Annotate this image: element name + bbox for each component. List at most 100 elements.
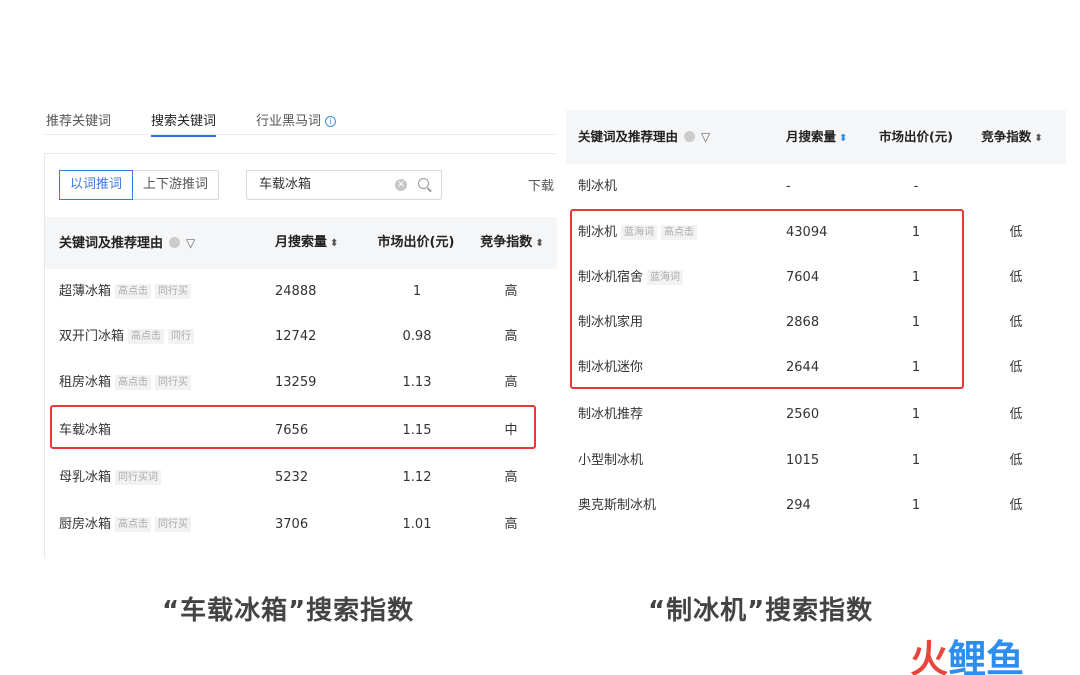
left-caption: “车载冰箱”搜索指数 <box>162 596 415 626</box>
row-volume: 5232 <box>275 470 309 485</box>
table-row[interactable]: 超薄冰箱 高点击 同行买 24888 1 高 <box>45 269 557 315</box>
col-price: 市场出价(元) <box>879 129 953 144</box>
row-keyword: 厨房冰箱 高点击 同行买 <box>59 502 192 548</box>
row-competition: 高 <box>504 284 518 299</box>
table-row[interactable]: 小型制冰机 1015 1 低 <box>566 438 1066 484</box>
sort-icon[interactable]: ⬍ <box>535 218 543 270</box>
row-competition: 高 <box>504 329 518 344</box>
row-competition: 高 <box>504 375 518 390</box>
toggle-word-to-word[interactable]: 以词推词 <box>59 170 134 200</box>
row-volume: 3706 <box>275 517 309 532</box>
search-icon[interactable] <box>418 178 429 189</box>
table-row[interactable]: 厨房冰箱 高点击 同行买 3706 1.01 高 <box>45 502 557 548</box>
keyword-card: 以词推词 上下游推词 车载冰箱 ✕ 下载 关键词及推荐理由 ▽ 月搜索量 ⬍ 市场出… <box>44 153 557 558</box>
right-caption: “制冰机”搜索指数 <box>648 596 874 626</box>
col-volume-label: 月搜索量 <box>275 235 328 250</box>
row-volume: 12742 <box>275 329 317 344</box>
help-icon[interactable] <box>169 237 181 248</box>
row-competition: 低 <box>1009 225 1023 240</box>
table-row[interactable]: 母乳冰箱 同行买词 5232 1.12 高 <box>45 455 557 501</box>
right-table-header: 关键词及推荐理由 ▽ 月搜索量 ⬍ 市场出价(元) 竞争指数 ⬍ <box>566 110 1066 164</box>
col-keyword-label: 关键词及推荐理由 <box>59 236 164 251</box>
table-row[interactable]: 租房冰箱 高点击 同行买 13259 1.13 高 <box>45 360 557 406</box>
row-competition: 低 <box>1009 360 1023 375</box>
keyword-search-input[interactable]: 车载冰箱 ✕ <box>246 170 442 200</box>
tag: 高点击 <box>115 284 152 299</box>
tag: 高点击 <box>115 375 152 390</box>
tab-dark-horse-keywords[interactable]: 行业黑马词 i <box>256 110 337 137</box>
table-row[interactable]: 奥克斯制冰机 294 1 低 <box>566 483 1066 529</box>
col-competition[interactable]: 竞争指数 ⬍ <box>972 110 1052 166</box>
col-volume[interactable]: 月搜索量 ⬍ <box>786 110 847 166</box>
tag: 同行买 <box>155 375 192 390</box>
row-price: 1.01 <box>402 517 432 532</box>
search-value: 车载冰箱 <box>259 177 312 192</box>
row-price: 1.12 <box>402 470 432 485</box>
row-price: 1 <box>412 284 422 299</box>
row-price: 1.13 <box>402 375 432 390</box>
row-keyword: 母乳冰箱 同行买词 <box>59 455 162 501</box>
row-volume: 294 <box>786 498 811 513</box>
col-keyword: 关键词及推荐理由 ▽ <box>59 217 195 270</box>
col-competition-label: 竞争指数 <box>480 235 533 250</box>
tag: 同行买 <box>155 284 192 299</box>
info-icon[interactable]: i <box>325 116 337 127</box>
keyword-text: 母乳冰箱 <box>59 470 112 485</box>
col-competition[interactable]: 竞争指数 ⬍ <box>467 217 557 270</box>
help-icon[interactable] <box>684 131 696 142</box>
clear-icon[interactable]: ✕ <box>395 179 407 191</box>
table-header: 关键词及推荐理由 ▽ 月搜索量 ⬍ 市场出价(元) 竞争指数 ⬍ <box>45 217 557 269</box>
row-keyword: 双开门冰箱 高点击 同行 <box>59 314 195 360</box>
row-keyword: 制冰机推荐 <box>578 407 644 422</box>
row-competition: 低 <box>1009 498 1023 513</box>
row-keyword: 租房冰箱 高点击 同行买 <box>59 360 192 406</box>
tab-search-keywords[interactable]: 搜索关键词 <box>151 110 217 137</box>
table-row[interactable]: 双开门冰箱 高点击 同行 12742 0.98 高 <box>45 314 557 360</box>
tag: 高点击 <box>115 517 152 532</box>
logo-part2: 鲤鱼 <box>948 637 1025 675</box>
tag: 同行 <box>168 329 195 344</box>
row-price: 1 <box>911 453 921 468</box>
row-keyword: 小型制冰机 <box>578 453 644 468</box>
keyword-text: 租房冰箱 <box>59 375 112 390</box>
row-volume: 13259 <box>275 375 317 390</box>
col-competition-label: 竞争指数 <box>981 129 1032 144</box>
recommend-mode-toggle: 以词推词 上下游推词 <box>59 170 220 200</box>
sort-icon[interactable]: ⬍ <box>330 218 338 270</box>
sort-icon[interactable]: ⬍ <box>1034 112 1042 166</box>
row-price: 1 <box>911 498 921 513</box>
row-competition: 低 <box>1009 270 1023 285</box>
row-competition: 低 <box>1009 407 1023 422</box>
row-keyword: 超薄冰箱 高点击 同行买 <box>59 269 192 315</box>
highlight-box <box>50 405 536 449</box>
row-competition: 低 <box>1009 315 1023 330</box>
brand-logo: 火鲤鱼 <box>910 628 1024 675</box>
table-row[interactable]: 制冰机 - - <box>566 164 1066 210</box>
col-volume[interactable]: 月搜索量 ⬍ <box>275 217 338 270</box>
row-price: 1 <box>911 407 921 422</box>
logo-part1: 火 <box>910 637 949 675</box>
table-row[interactable]: 制冰机推荐 2560 1 低 <box>566 392 1066 438</box>
download-button[interactable]: 下载 <box>528 175 554 194</box>
tab-divider <box>44 134 556 135</box>
row-price: 0.98 <box>402 329 432 344</box>
row-keyword: 制冰机 <box>578 179 618 194</box>
row-price: - <box>913 179 919 194</box>
sort-icon[interactable]: ⬍ <box>839 112 847 166</box>
col-keyword: 关键词及推荐理由 ▽ <box>578 110 710 164</box>
row-volume: - <box>786 179 791 194</box>
col-volume-label: 月搜索量 <box>786 129 837 144</box>
filter-icon[interactable]: ▽ <box>186 217 195 269</box>
tab-label: 行业黑马词 <box>256 114 322 129</box>
keyword-text: 双开门冰箱 <box>59 329 125 344</box>
tag: 高点击 <box>128 329 165 344</box>
tab-recommended-keywords[interactable]: 推荐关键词 <box>46 110 111 137</box>
tag: 同行买 <box>155 517 192 532</box>
filter-icon[interactable]: ▽ <box>701 110 710 164</box>
row-competition: 高 <box>504 517 518 532</box>
row-volume: 24888 <box>275 284 317 299</box>
left-panel: 推荐关键词 搜索关键词 行业黑马词 i 以词推词 上下游推词 车载冰箱 ✕ 下载 … <box>0 0 557 560</box>
toggle-upstream-downstream[interactable]: 上下游推词 <box>133 171 218 199</box>
highlight-box <box>570 209 964 389</box>
row-volume: 1015 <box>786 453 820 468</box>
